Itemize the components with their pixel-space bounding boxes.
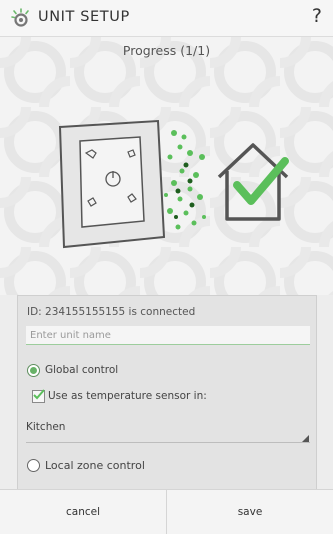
room-select-underline [26, 442, 310, 443]
top-bar: UNIT SETUP ? [0, 0, 333, 37]
connection-status: ID: 234155155155 is connected [27, 306, 196, 318]
checkmark-icon [33, 389, 45, 400]
local-zone-control-radio[interactable] [27, 459, 40, 472]
illustration-area: Progress (1/1) [0, 37, 333, 295]
room-select[interactable]: Kitchen [26, 421, 65, 433]
save-button[interactable]: save [167, 490, 333, 534]
wall-unit-illustration [58, 119, 166, 249]
temperature-sensor-label: Use as temperature sensor in: [48, 390, 207, 402]
local-zone-control-label: Local zone control [45, 459, 145, 472]
global-control-radio[interactable] [27, 364, 40, 377]
help-button[interactable]: ? [312, 5, 322, 27]
house-check-icon [217, 143, 289, 221]
cancel-button[interactable]: cancel [0, 490, 167, 534]
unit-settings-panel: ID: 234155155155 is connected Global con… [17, 295, 317, 490]
signal-dots [164, 130, 206, 230]
page-title: UNIT SETUP [38, 9, 130, 25]
global-control-label: Global control [45, 364, 119, 376]
bottom-action-bar: cancel save [0, 489, 333, 534]
gear-icon [11, 8, 29, 27]
unit-name-input[interactable] [26, 326, 310, 345]
progress-label: Progress (1/1) [122, 43, 211, 58]
dropdown-arrow-icon[interactable] [302, 435, 309, 442]
temperature-sensor-checkbox[interactable] [32, 389, 45, 403]
